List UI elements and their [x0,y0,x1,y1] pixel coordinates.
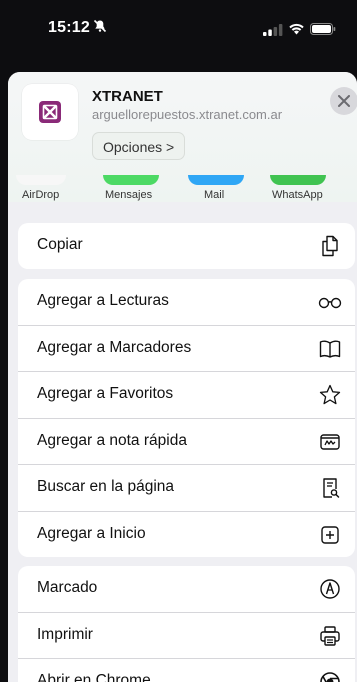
app-label-mail: Mail [204,189,224,201]
markup-icon [318,577,342,601]
action-add-to-home[interactable]: Agregar a Inicio [18,512,355,558]
site-title: XTRANET [92,88,163,105]
status-time: 15:12 [48,19,90,37]
action-favorites[interactable]: Agregar a Favoritos [18,372,355,419]
action-markup-label: Marcado [37,579,97,597]
find-in-page-icon [318,476,342,500]
copy-group: Copiar [18,223,355,269]
status-bar: 15:12 [0,0,357,64]
app-label-airdrop: AirDrop [22,189,59,201]
battery-icon [310,23,336,35]
action-quick-note[interactable]: Agregar a nota rápida [18,419,355,466]
action-add-to-home-label: Agregar a Inicio [37,525,146,543]
action-reading-list-label: Agregar a Lecturas [37,292,169,310]
action-open-in-chrome-label: Abrir en Chrome [37,672,151,682]
action-reading-list[interactable]: Agregar a Lecturas [18,279,355,326]
action-find-in-page-label: Buscar en la página [37,478,174,496]
actions-group: Agregar a Lecturas Agregar a Marcadores … [18,279,355,557]
app-label-messages: Mensajes [105,189,152,201]
app-whatsapp[interactable] [270,175,326,185]
action-open-in-chrome[interactable]: Abrir en Chrome [18,659,355,682]
printer-icon [318,624,342,648]
action-print[interactable]: Imprimir [18,613,355,660]
action-markup[interactable]: Marcado [18,566,355,613]
action-print-label: Imprimir [37,626,93,644]
app-label-whatsapp: WhatsApp [272,189,323,201]
more-actions-group: Marcado Imprimir Abrir en Chrome [18,566,355,682]
share-sheet: XTRANET arguellorepuestos.xtranet.com.ar… [8,72,357,682]
cellular-signal-icon [263,24,283,36]
quick-note-icon [318,430,342,454]
star-icon [318,383,342,407]
book-icon [318,337,342,361]
close-icon [338,95,350,107]
copy-icon [318,234,342,258]
action-copy[interactable]: Copiar [18,223,355,269]
action-bookmarks[interactable]: Agregar a Marcadores [18,326,355,373]
action-bookmarks-label: Agregar a Marcadores [37,339,191,357]
action-quick-note-label: Agregar a nota rápida [37,432,187,450]
action-favorites-label: Agregar a Favoritos [37,385,173,403]
xtranet-logo-icon [39,101,61,123]
app-mail[interactable] [188,175,244,185]
silent-mode-icon [93,19,107,36]
site-logo [22,84,78,140]
site-url: arguellorepuestos.xtranet.com.ar [92,107,282,122]
action-find-in-page[interactable]: Buscar en la página [18,465,355,512]
app-messages[interactable] [103,175,159,185]
action-copy-label: Copiar [37,236,83,254]
options-button[interactable]: Opciones > [92,132,185,160]
add-square-icon [318,523,342,547]
wifi-icon [288,21,305,35]
app-airdrop[interactable] [16,175,66,185]
close-button[interactable] [330,87,357,115]
glasses-icon [318,290,342,314]
